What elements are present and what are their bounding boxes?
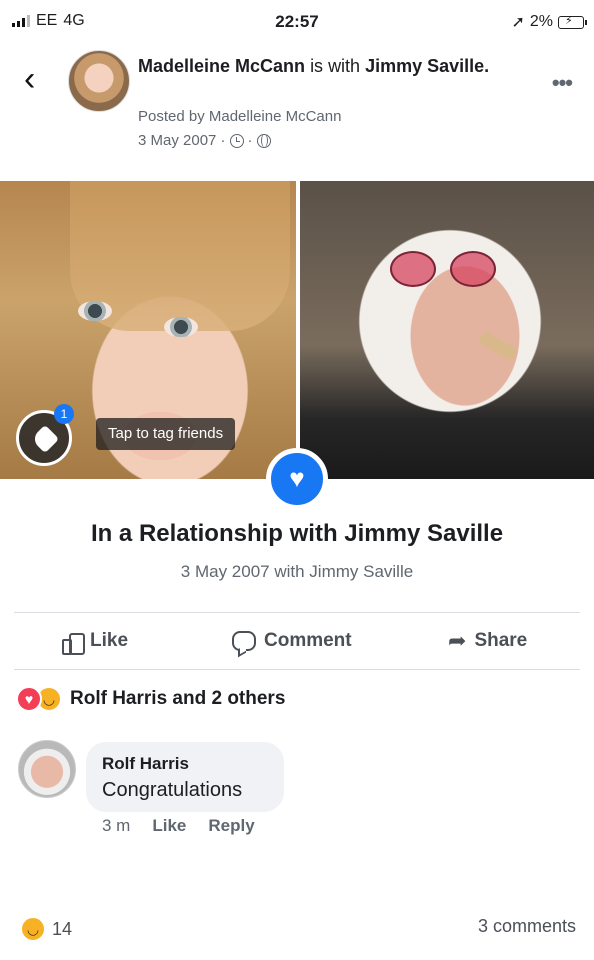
back-button[interactable]: ‹ [24, 62, 35, 96]
author-name-link[interactable]: Madelleine McCann [138, 56, 305, 76]
reaction-count: 14 [52, 918, 73, 939]
divider [14, 669, 580, 670]
more-options-button[interactable]: ••• [552, 70, 573, 96]
photo-right-glasses [390, 251, 496, 287]
posted-by-line: Posted by Madelleine McCann [138, 108, 342, 125]
comment-author[interactable]: Rolf Harris [102, 752, 268, 776]
comments-count-link[interactable]: 3 comments [478, 916, 576, 937]
date-separator: · [247, 132, 253, 149]
battery-icon [558, 14, 587, 29]
location-arrow-icon: ➚ [511, 14, 525, 31]
post-actions: Like Comment ➦ Share [0, 622, 594, 662]
thumbs-up-icon [62, 631, 85, 655]
footer-reactions[interactable]: ◡ 14 [20, 916, 72, 942]
clock-icon [229, 133, 244, 148]
commenter-avatar[interactable] [18, 740, 76, 798]
comment-button[interactable]: Comment [232, 630, 352, 652]
comment-bubble-icon [232, 631, 256, 651]
divider [14, 612, 580, 613]
share-button[interactable]: ➦ Share [448, 630, 527, 652]
photo-left-eye [164, 317, 198, 337]
status-time: 22:57 [275, 12, 319, 31]
share-label: Share [474, 630, 528, 651]
status-bar: EE 4G 22:57 ➚ 2% [0, 0, 594, 44]
photo-left-eye [78, 301, 112, 321]
status-right: ➚ 2% [511, 12, 587, 32]
globe-icon [256, 133, 271, 148]
tag-count-badge: 1 [54, 404, 74, 424]
reactions-summary[interactable]: ♥ ◡ Rolf Harris and 2 others [16, 686, 285, 712]
photo-right[interactable] [300, 181, 594, 479]
like-button[interactable]: Like [62, 630, 129, 655]
comment-bubble[interactable]: Rolf Harris Congratulations [86, 742, 284, 812]
with-text: is with [310, 56, 361, 76]
comment-meta: 3 m Like Reply [102, 816, 255, 836]
comment-text: Congratulations [102, 779, 243, 801]
reactions-summary-text: Rolf Harris and 2 others [70, 688, 286, 709]
author-avatar[interactable] [68, 50, 130, 112]
comment-label: Comment [264, 630, 352, 651]
tag-friends-button[interactable]: Tap to tag friends [96, 418, 236, 450]
battery-percent: 2% [529, 13, 553, 30]
post-date[interactable]: 3 May 2007 · [138, 132, 226, 149]
life-event-title: In a Relationship with Jimmy Saville [90, 520, 504, 547]
post-date-line: 3 May 2007 · · [138, 132, 271, 149]
share-arrow-icon: ➦ [448, 628, 467, 653]
heart-icon [266, 448, 328, 510]
post-header-title: Madelleine McCann is with Jimmy Saville. [138, 54, 508, 79]
love-reaction-icon: ♥ [16, 686, 42, 712]
comment-like-button[interactable]: Like [152, 816, 186, 836]
tagged-person-link[interactable]: Jimmy Saville. [365, 56, 489, 76]
haha-reaction-icon: ◡ [20, 916, 46, 942]
comment-reply-button[interactable]: Reply [208, 816, 254, 836]
like-label: Like [90, 630, 129, 651]
comment-age: 3 m [102, 816, 131, 835]
life-event-subtitle: 3 May 2007 with Jimmy Saville [180, 562, 414, 581]
photo-right-cigar [477, 329, 519, 363]
